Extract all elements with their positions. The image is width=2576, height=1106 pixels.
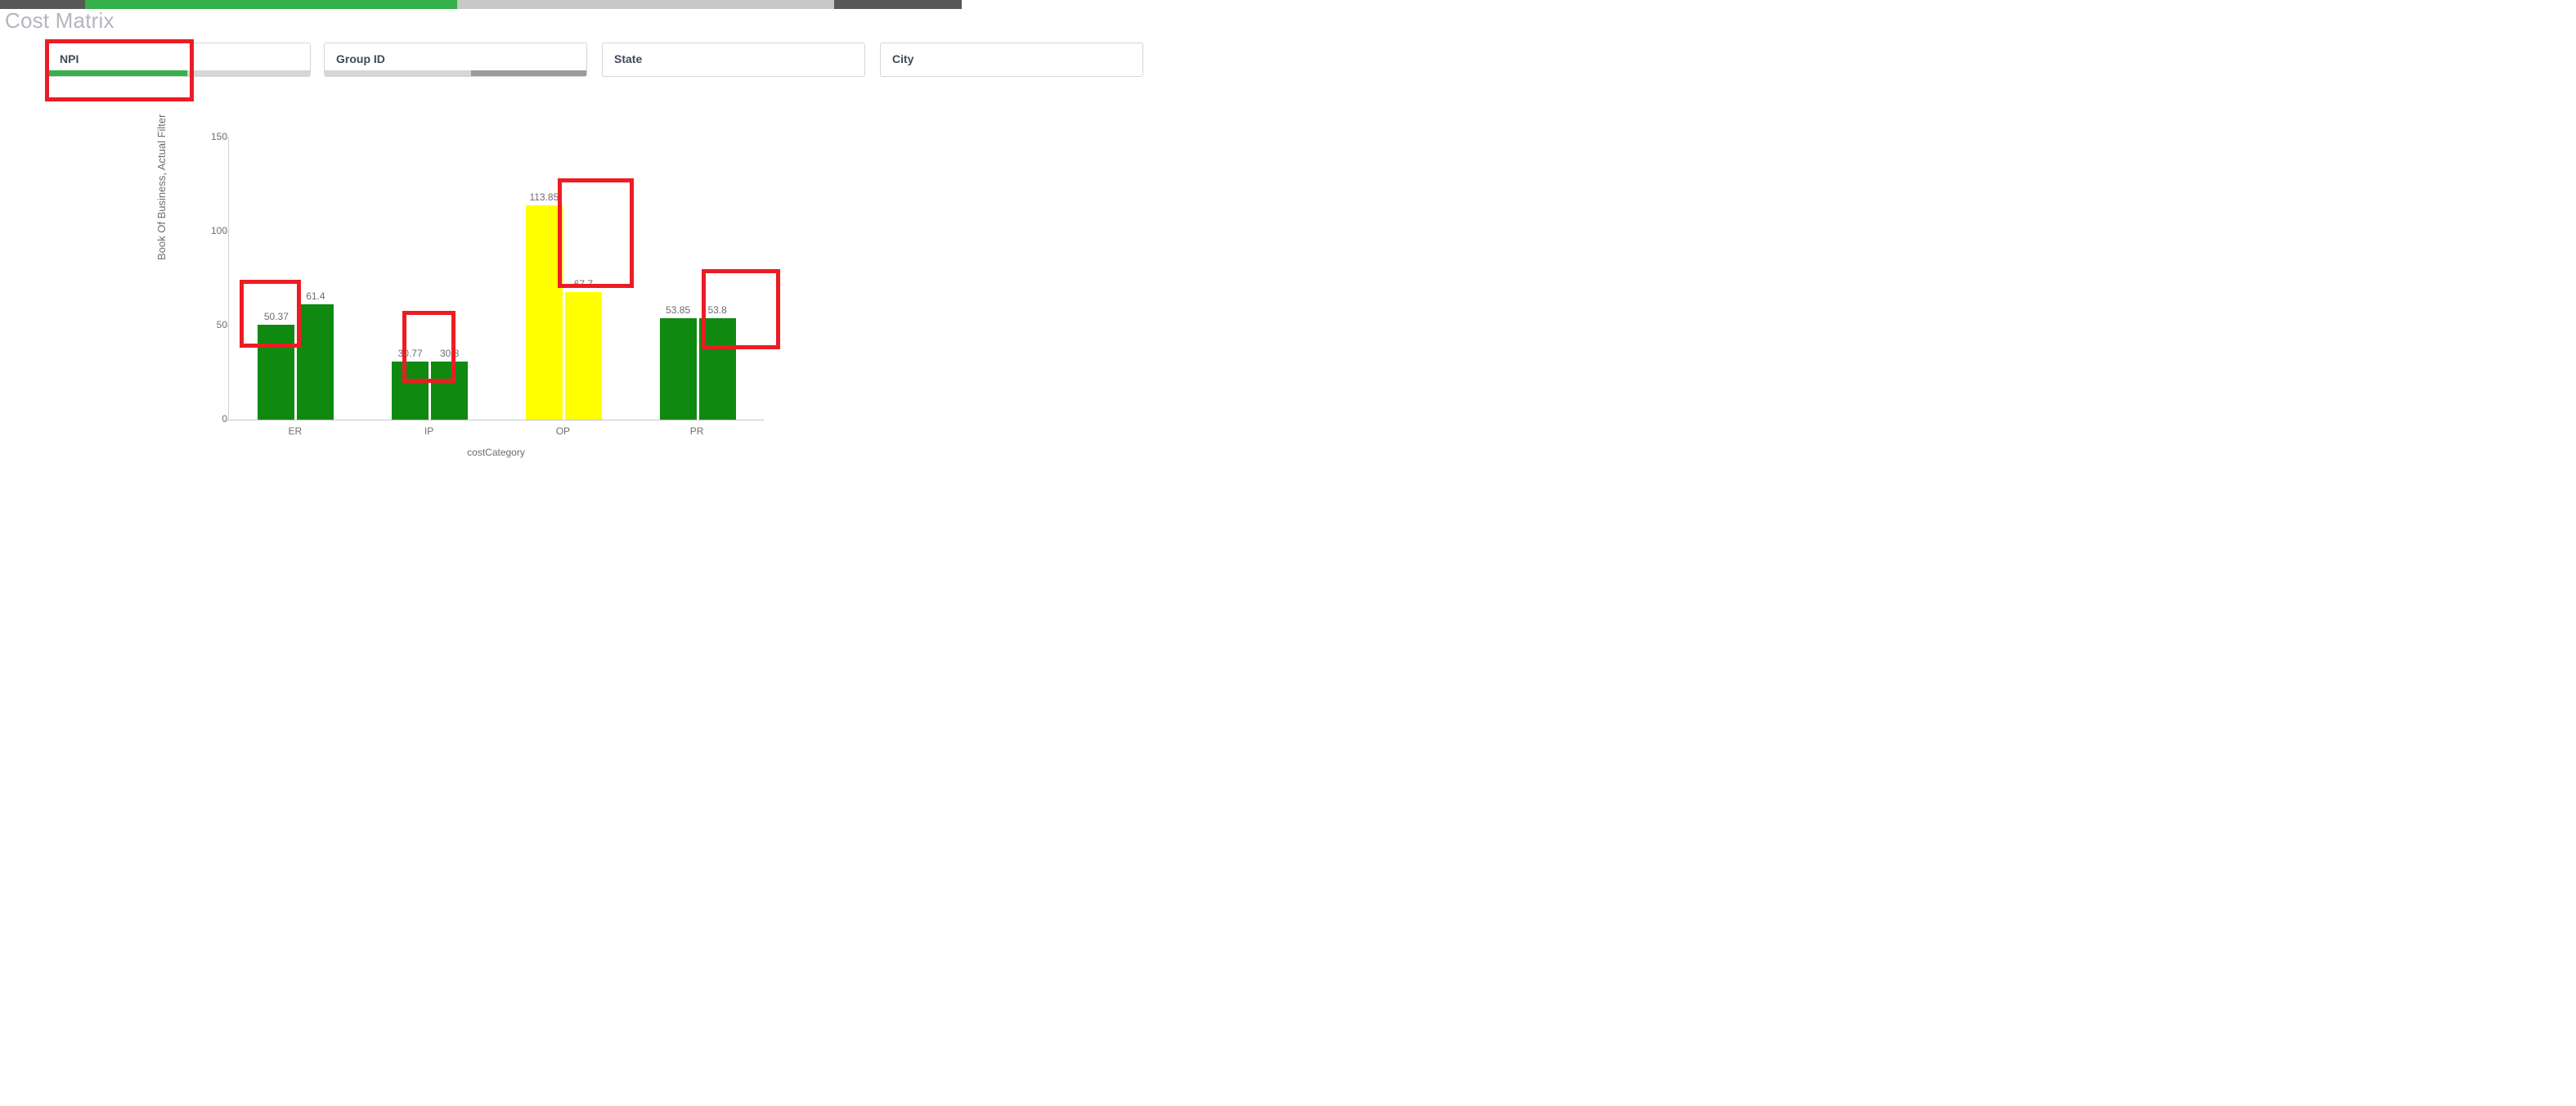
y-tick-label: 150 <box>210 131 227 142</box>
filter-npi-scrollbar[interactable] <box>48 70 310 76</box>
bar-op-1[interactable]: 113.85 <box>525 191 563 420</box>
bar-op-2[interactable]: 67.7 <box>564 278 602 420</box>
x-tick-label-pr: PR <box>689 425 704 437</box>
bar-value-label: 30.8 <box>439 348 460 360</box>
filter-group-id-label: Group ID <box>336 52 385 65</box>
bar-er-1[interactable]: 50.37 <box>258 311 295 420</box>
bar-group-pr: 53.85 53.8 <box>659 137 736 420</box>
bar-value-label: 30.77 <box>397 348 423 360</box>
bar-group-er: 50.37 61.4 <box>258 137 334 420</box>
bar-ip-1[interactable]: 30.77 <box>392 348 429 420</box>
y-axis-ticks: 0 50 100 150 <box>147 131 228 425</box>
filter-group-id-scrollbar[interactable] <box>325 70 586 76</box>
filter-bar: NPI Group ID State City <box>0 43 1143 88</box>
y-tick-mark <box>222 137 228 138</box>
cost-matrix-bar-chart: Book Of Business, Actual Filter 0 50 100 15… <box>147 115 883 465</box>
bar-value-label: 53.8 <box>707 304 727 317</box>
bar-pr-2[interactable]: 53.8 <box>698 304 736 420</box>
filter-city[interactable]: City <box>880 43 1143 77</box>
x-tick-label-er: ER <box>288 425 303 437</box>
y-tick-label: 0 <box>222 413 227 425</box>
scrollbar-thumb[interactable] <box>85 0 457 9</box>
x-axis-title: costCategory <box>467 447 525 458</box>
bar-value-label: 113.85 <box>529 191 559 204</box>
page-title: Cost Matrix <box>5 8 114 33</box>
plot-area: 50.37 61.4 30.77 30.8 113.85 67.7 53.85 53.8 <box>228 137 765 420</box>
filter-npi[interactable]: NPI <box>47 43 311 77</box>
filter-state[interactable]: State <box>602 43 865 77</box>
x-tick-label-op: OP <box>555 425 571 437</box>
x-tick-label-ip: IP <box>424 425 434 437</box>
window-top-scrollbar[interactable] <box>0 0 962 9</box>
filter-npi-scroll-thumb[interactable] <box>48 70 187 76</box>
scrollbar-rail-right <box>834 0 962 9</box>
filter-group-id[interactable]: Group ID <box>324 43 587 77</box>
bar-group-ip: 30.77 30.8 <box>392 137 469 420</box>
bar-value-label: 61.4 <box>306 290 325 302</box>
y-tick-label: 50 <box>216 319 227 330</box>
y-tick-label: 100 <box>210 225 227 236</box>
bar-value-label: 53.85 <box>666 304 691 317</box>
filter-group-id-scroll-thumb[interactable] <box>471 70 586 76</box>
filter-npi-label: NPI <box>60 52 79 65</box>
bar-value-label: 67.7 <box>573 278 594 290</box>
bar-pr-1[interactable]: 53.85 <box>659 304 697 420</box>
bar-value-label: 50.37 <box>263 311 289 323</box>
filter-state-label: State <box>614 52 643 65</box>
bar-group-op: 113.85 67.7 <box>525 137 602 420</box>
filter-city-label: City <box>892 52 914 65</box>
bar-ip-2[interactable]: 30.8 <box>431 348 469 420</box>
bar-er-2[interactable]: 61.4 <box>297 290 334 420</box>
